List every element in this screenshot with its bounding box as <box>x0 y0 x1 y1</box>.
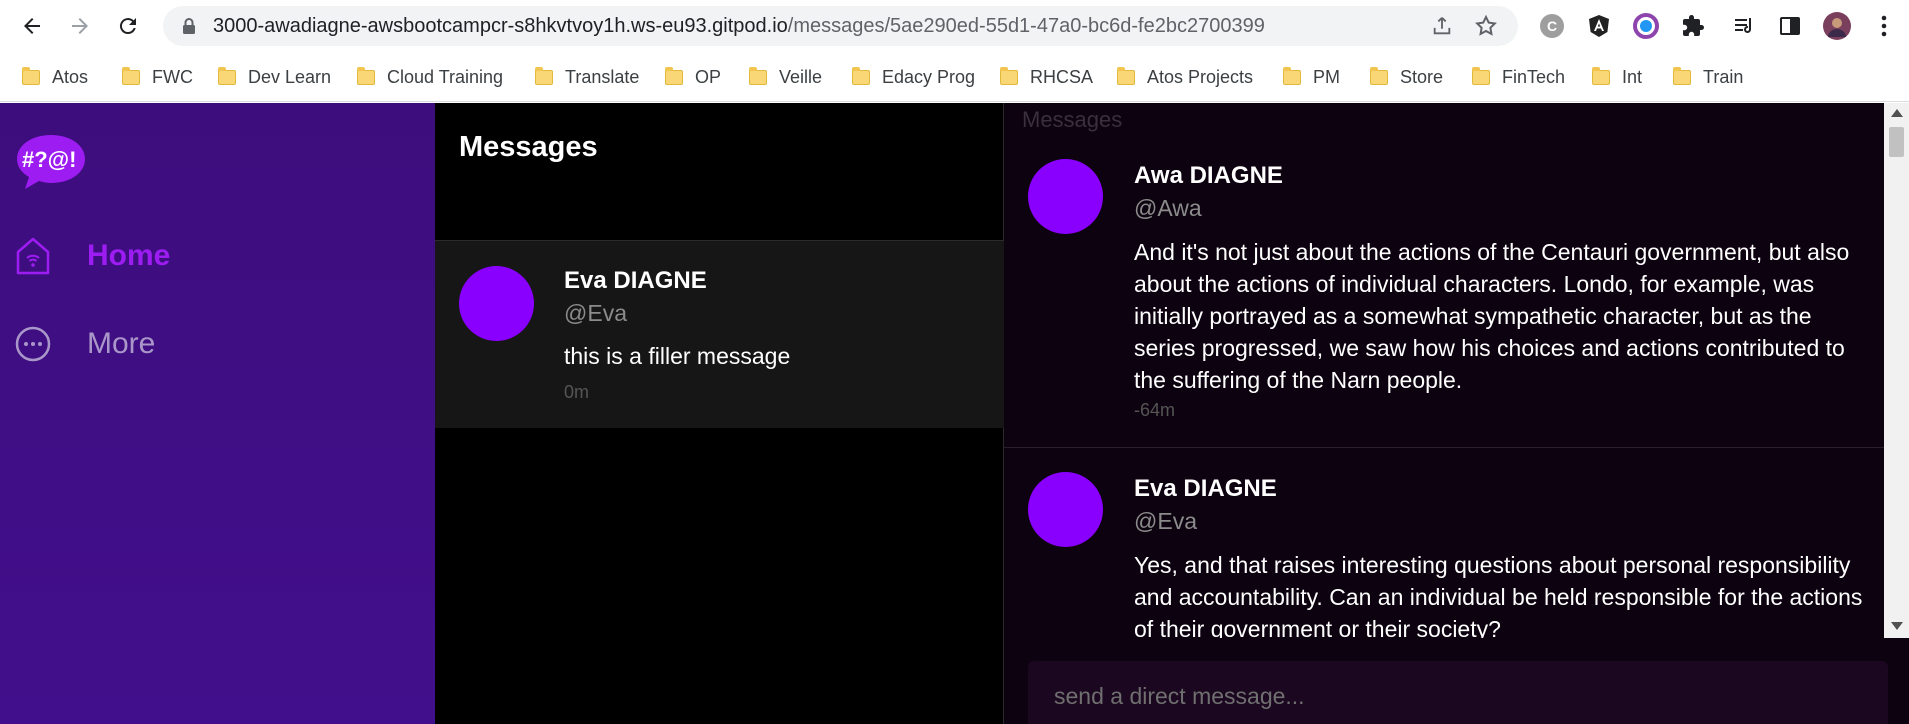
message-group-list: Messages Eva DIAGNE @Eva this is a fille… <box>435 103 1004 724</box>
home-icon <box>16 237 50 275</box>
conversation-panel: Messages Awa DIAGNE @Awa And it's not ju… <box>1004 103 1909 724</box>
lock-icon <box>183 18 195 34</box>
app-logo[interactable]: #?@! <box>15 133 87 191</box>
forward-button[interactable] <box>62 8 98 44</box>
extension-c-icon[interactable]: C <box>1536 10 1568 42</box>
avatar <box>1028 159 1103 234</box>
message-text: And it's not just about the actions of t… <box>1134 239 1850 393</box>
folder-icon <box>218 66 236 85</box>
folder-icon <box>1673 66 1691 85</box>
arrow-left-icon <box>24 18 40 34</box>
extension-angular-icon[interactable] <box>1583 10 1615 42</box>
folder-icon <box>1283 66 1301 85</box>
back-button[interactable] <box>14 8 50 44</box>
star-icon[interactable] <box>1474 14 1498 38</box>
sidebar-item-label: More <box>87 327 156 360</box>
sender-handle: @Awa <box>1134 195 1202 221</box>
bookmark-folder[interactable]: Atos <box>22 62 88 92</box>
scroll-down-icon[interactable] <box>1891 622 1903 630</box>
scroll-thumb[interactable] <box>1889 127 1904 157</box>
folder-icon <box>22 66 40 85</box>
bookmark-folder[interactable]: PM <box>1283 62 1340 92</box>
share-icon[interactable] <box>1431 15 1453 37</box>
puzzle-icon[interactable] <box>1677 10 1709 42</box>
address-bar[interactable]: 3000-awadiagne-awsbootcampcr-s8hkvtvoy1h… <box>163 6 1518 46</box>
bookmark-folder[interactable]: FWC <box>122 62 193 92</box>
message-feed[interactable]: Messages Awa DIAGNE @Awa And it's not ju… <box>1004 103 1884 638</box>
folder-icon <box>357 66 375 85</box>
folder-icon <box>1370 66 1388 85</box>
sidebar-item-more[interactable]: More <box>14 322 155 366</box>
bookmark-folder[interactable]: Store <box>1370 62 1443 92</box>
folder-icon <box>535 66 553 85</box>
folder-icon <box>1592 66 1610 85</box>
bookmark-folder[interactable]: Cloud Training <box>357 62 503 92</box>
scroll-up-icon[interactable] <box>1891 109 1903 117</box>
kebab-menu-icon[interactable] <box>1868 10 1900 42</box>
bookmark-folder[interactable]: Translate <box>535 62 639 92</box>
message-item: Eva DIAGNE @Eva Yes, and that raises int… <box>1004 448 1884 638</box>
message-group-item[interactable]: Eva DIAGNE @Eva this is a filler message… <box>435 241 1004 428</box>
sidebar-item-label: Home <box>87 239 171 272</box>
url-text[interactable]: 3000-awadiagne-awsbootcampcr-s8hkvtvoy1h… <box>213 6 1265 46</box>
sender-handle: @Eva <box>1134 508 1197 534</box>
bookmark-folder[interactable]: OP <box>665 62 721 92</box>
folder-icon <box>749 66 767 85</box>
bookmark-folder[interactable]: Dev Learn <box>218 62 331 92</box>
svg-text:C: C <box>1547 18 1557 34</box>
side-panel-icon[interactable] <box>1774 10 1806 42</box>
browser-toolbar: 3000-awadiagne-awsbootcampcr-s8hkvtvoy1h… <box>0 0 1909 52</box>
bookmarks-bar: Atos FWC Dev Learn Cloud Training Transl… <box>0 52 1909 102</box>
folder-icon <box>665 66 683 85</box>
messages-app: #?@! Home More Messages Eva DIAGNE @Eva <box>0 103 1909 724</box>
feed-scrollbar[interactable] <box>1884 103 1909 638</box>
logo-text: #?@! <box>22 147 77 172</box>
folder-icon <box>1117 66 1135 85</box>
arrow-right-icon <box>72 18 88 34</box>
folder-icon <box>1000 66 1018 85</box>
message-time: 0m <box>564 382 590 402</box>
reading-list-icon[interactable] <box>1728 10 1760 42</box>
message-input[interactable] <box>1028 661 1888 724</box>
reload-button[interactable] <box>110 8 146 44</box>
message-time: -64m <box>1134 400 1176 420</box>
avatar <box>1028 472 1103 547</box>
sidebar-item-home[interactable]: Home <box>14 234 170 278</box>
message-composer <box>1028 661 1888 724</box>
avatar <box>459 266 534 341</box>
folder-icon <box>1472 66 1490 85</box>
sender-handle: @Eva <box>564 300 627 326</box>
bookmark-folder[interactable]: Veille <box>749 62 822 92</box>
bookmark-folder[interactable]: Int <box>1592 62 1642 92</box>
sender-name: Eva DIAGNE <box>1134 475 1277 502</box>
extension-colorpicker-icon[interactable] <box>1630 10 1662 42</box>
folder-icon <box>122 66 140 85</box>
message-text: Yes, and that raises interesting questio… <box>1134 552 1863 638</box>
sender-name: Awa DIAGNE <box>1134 162 1283 189</box>
message-preview: this is a filler message <box>564 343 791 369</box>
bookmark-folder[interactable]: Atos Projects <box>1117 62 1253 92</box>
bookmark-folder[interactable]: Edacy Prog <box>852 62 975 92</box>
page-title: Messages <box>459 131 598 163</box>
more-icon <box>15 326 51 362</box>
sidebar: #?@! Home More <box>0 103 435 724</box>
reload-icon <box>119 18 136 35</box>
profile-avatar-icon[interactable] <box>1821 10 1853 42</box>
message-item: Awa DIAGNE @Awa And it's not just about … <box>1004 103 1884 448</box>
bookmark-folder[interactable]: FinTech <box>1472 62 1565 92</box>
folder-icon <box>852 66 870 85</box>
sender-name: Eva DIAGNE <box>564 267 707 294</box>
bookmark-folder[interactable]: RHCSA <box>1000 62 1093 92</box>
bookmark-folder[interactable]: Train <box>1673 62 1743 92</box>
